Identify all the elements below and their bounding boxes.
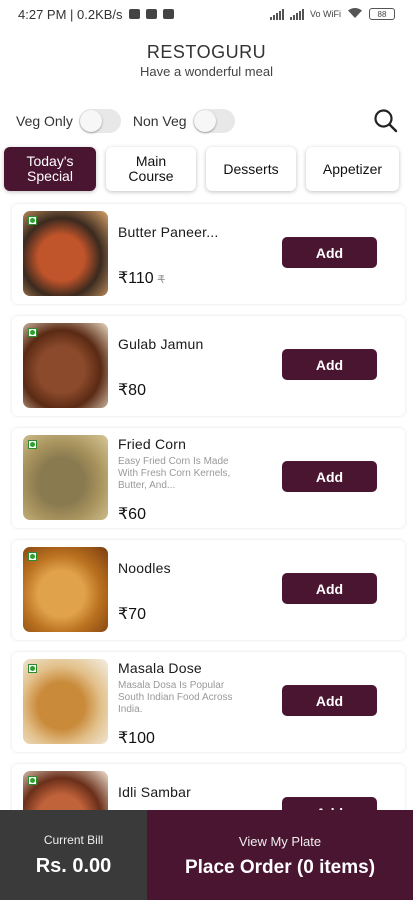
food-image	[23, 435, 108, 520]
veg-only-label: Veg Only	[16, 113, 73, 129]
signal-icon	[269, 8, 284, 20]
toggle-knob	[79, 110, 102, 132]
status-bar: 4:27 PM | 0.2KB/s Vo WiFi 88	[0, 0, 413, 28]
status-left: 4:27 PM | 0.2KB/s	[18, 7, 174, 22]
old-price: ₹	[157, 274, 165, 286]
item-name: Masala Dose	[118, 660, 202, 676]
search-icon[interactable]	[373, 108, 399, 134]
item-price: ₹80	[118, 382, 146, 399]
add-button[interactable]: Add	[282, 685, 377, 716]
veg-indicator-icon	[28, 664, 37, 673]
item-name: Noodles	[118, 560, 171, 576]
item-price: ₹60	[118, 506, 146, 523]
food-image	[23, 211, 108, 296]
place-order-button[interactable]: View My Plate Place Order (0 items)	[147, 810, 413, 900]
app-title: RESTOGURU	[146, 42, 267, 62]
menu-item-card: Gulab Jamun ₹80 Add	[12, 316, 405, 416]
item-price: ₹110 ₹	[118, 268, 165, 288]
snapchat-icon	[162, 9, 174, 19]
youtube-icon	[145, 9, 157, 19]
status-time-network: 4:27 PM | 0.2KB/s	[18, 6, 123, 22]
signal-icon-2	[289, 8, 304, 20]
food-image	[23, 323, 108, 408]
add-button[interactable]: Add	[282, 461, 377, 492]
veg-indicator-icon	[28, 328, 37, 337]
view-plate-label: View My Plate	[238, 834, 322, 849]
veg-indicator-icon	[28, 216, 37, 225]
battery-level: 88	[377, 9, 387, 19]
veg-indicator-icon	[28, 440, 37, 449]
item-description: Masala Dosa Is Popular South Indian Food…	[118, 680, 233, 715]
tab-desserts[interactable]: Desserts	[206, 147, 296, 191]
food-image	[23, 659, 108, 744]
item-name: Fried Corn	[118, 436, 187, 452]
item-name: Butter Paneer...	[118, 224, 219, 240]
toggle-knob	[193, 110, 216, 132]
veg-only-toggle[interactable]	[78, 109, 121, 133]
menu-item-card: Fried Corn Easy Fried Corn Is Made With …	[12, 428, 405, 528]
status-right: Vo WiFi 88	[269, 7, 395, 21]
item-price: ₹70	[118, 606, 146, 623]
item-description: Easy Fried Corn Is Made With Fresh Corn …	[118, 456, 231, 491]
veg-indicator-icon	[28, 776, 37, 785]
filter-row: Veg Only Non Veg	[16, 106, 401, 136]
menu-item-card: Butter Paneer... ₹110 ₹ Add	[12, 204, 405, 304]
app-subtitle: Have a wonderful meal	[140, 64, 273, 79]
item-price: ₹100	[118, 730, 155, 747]
volte-wifi-label: Vo WiFi	[309, 9, 341, 19]
add-button[interactable]: Add	[282, 349, 377, 380]
current-bill-value: Rs. 0.00	[35, 855, 112, 877]
menu-item-card: Masala Dose Masala Dosa Is Popular South…	[12, 652, 405, 752]
non-veg-label: Non Veg	[132, 113, 187, 129]
current-bill-panel: Current Bill Rs. 0.00	[0, 810, 147, 900]
wifi-icon	[347, 7, 363, 21]
current-bill-label: Current Bill	[43, 833, 104, 847]
add-button[interactable]: Add	[282, 237, 377, 268]
add-button[interactable]: Add	[282, 573, 377, 604]
item-name: Gulab Jamun	[118, 336, 204, 352]
food-image	[23, 547, 108, 632]
non-veg-toggle[interactable]	[192, 109, 235, 133]
tab-todays-special[interactable]: Today's Special	[4, 147, 96, 191]
app-header: RESTOGURU Have a wonderful meal	[0, 40, 413, 80]
price-value: ₹110	[118, 270, 154, 287]
notification-icon	[128, 9, 140, 19]
bottom-bar: Current Bill Rs. 0.00 View My Plate Plac…	[0, 810, 413, 900]
menu-item-card: Noodles ₹70 Add	[12, 540, 405, 640]
tab-main-course[interactable]: Main Course	[106, 147, 196, 191]
category-tabs: Today's Special Main Course Desserts App…	[4, 147, 409, 193]
tab-appetizer[interactable]: Appetizer	[306, 147, 399, 191]
veg-indicator-icon	[28, 552, 37, 561]
place-order-label: Place Order (0 items)	[184, 857, 376, 878]
battery-icon: 88	[369, 8, 395, 20]
item-name: Idli Sambar	[118, 784, 192, 800]
